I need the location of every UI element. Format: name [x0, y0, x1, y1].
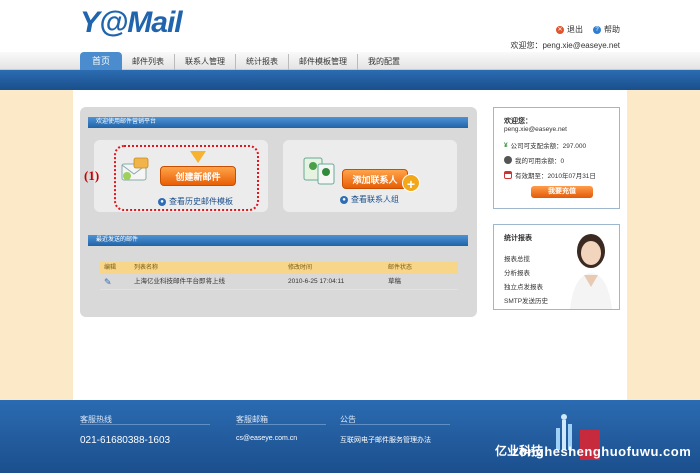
click-report-link[interactable]: 独立点发报表	[504, 281, 543, 291]
footer-divider	[236, 424, 326, 425]
mail-time-cell: 2010-6-25 17:04:11	[288, 278, 345, 285]
table-row: ✎ 上海亿业科技邮件平台即将上线 2010-6-25 17:04:11 草稿	[100, 274, 458, 290]
col-edit-header: 编辑	[104, 265, 117, 271]
help-icon: ?	[593, 25, 601, 34]
plus-icon: +	[402, 174, 420, 192]
nav-home[interactable]: 首页	[80, 52, 123, 70]
calendar-icon	[504, 171, 512, 179]
recent-mail-table: 编辑 列表名称 修改时间 邮件状态 ✎ 上海亿业科技邮件平台即将上线 2010-…	[100, 262, 458, 290]
view-icon: ●	[340, 195, 348, 204]
nav-mail-list[interactable]: 邮件列表	[122, 54, 176, 70]
hotline-number: 021-61680388-1603	[80, 435, 171, 446]
watermark-text: zongheshenghuofuwu.com	[512, 444, 692, 459]
logout-icon: ✕	[556, 25, 564, 34]
col-status-header: 邮件状态	[388, 265, 413, 271]
smtp-history-link[interactable]: SMTP发送历史	[504, 295, 548, 305]
edit-icon[interactable]: ✎	[100, 274, 126, 289]
view-contact-groups-link[interactable]: ● 查看联系人组	[340, 194, 399, 205]
table-header: 编辑 列表名称 修改时间 邮件状态	[100, 262, 458, 274]
nav-blue-band	[0, 70, 700, 90]
recent-mail-section-title: 最近发送的邮件	[88, 235, 468, 246]
support-email[interactable]: cs@easeye.com.cn	[236, 435, 297, 442]
email-block: 客服邮箱 cs@easeye.com.cn	[236, 414, 297, 442]
help-label: 帮助	[604, 25, 620, 34]
logout-label: 退出	[567, 25, 583, 34]
my-balance: 我的可用余额：0	[504, 155, 564, 165]
app-logo: Y@Mail	[80, 6, 183, 39]
report-overview-link[interactable]: 报表总揽	[504, 253, 530, 263]
footer-divider	[340, 424, 450, 425]
col-time-header: 修改时间	[288, 265, 313, 271]
view-contact-groups-label: 查看联系人组	[351, 195, 399, 204]
notice-link[interactable]: 互联网电子邮件服务管理办法	[340, 435, 431, 445]
stats-title: 统计报表	[504, 235, 532, 242]
expire-date: 有效期至：2010年07月31日	[504, 170, 596, 180]
account-welcome: 欢迎您：	[504, 118, 532, 125]
add-contact-button[interactable]: 添加联系人	[342, 169, 408, 189]
company-balance: ¥ 公司可支配余额：297.000	[504, 140, 587, 151]
navbar: 首页 邮件列表 联系人管理 统计报表 邮件模板管理 我的配置	[0, 52, 700, 70]
company-balance-text: 公司可支配余额：297.000	[510, 143, 587, 150]
help-link[interactable]: ? 帮助	[593, 24, 620, 35]
nav-contacts[interactable]: 联系人管理	[175, 54, 237, 70]
account-email: peng.xie@easeye.net	[504, 126, 567, 133]
footer-divider	[80, 424, 210, 425]
recharge-button[interactable]: 我要充值	[531, 186, 593, 198]
contacts-icon	[303, 157, 335, 185]
hotline-block: 客服热线 021-61680388-1603	[80, 414, 170, 446]
money-icon: ¥	[504, 141, 508, 149]
top-links: ✕ 退出 ? 帮助	[556, 24, 620, 35]
view-history-templates-link[interactable]: ● 查看历史邮件模板	[158, 196, 233, 207]
col-name-header: 列表名称	[134, 265, 159, 271]
expire-date-text: 有效期至：2010年07月31日	[515, 173, 596, 180]
view-history-templates-label: 查看历史邮件模板	[169, 197, 233, 206]
logout-link[interactable]: ✕ 退出	[556, 24, 583, 35]
welcome-user-text: 欢迎您：peng.xie@easeye.net	[510, 41, 620, 50]
account-panel: 欢迎您： peng.xie@easeye.net ¥ 公司可支配余额：297.0…	[493, 107, 620, 209]
analysis-report-link[interactable]: 分析报表	[504, 267, 530, 277]
user-icon	[504, 156, 512, 164]
welcome-section-title: 欢迎使用邮件营销平台	[88, 117, 468, 128]
nav-settings[interactable]: 我的配置	[358, 54, 410, 70]
step-marker: (1)	[84, 168, 100, 183]
mail-name-cell[interactable]: 上海亿业科技邮件平台即将上线	[126, 274, 288, 289]
main-nav: 首页 邮件列表 联系人管理 统计报表 邮件模板管理 我的配置	[80, 52, 410, 70]
my-balance-text: 我的可用余额：0	[515, 158, 565, 165]
mail-status-cell: 草稿	[388, 278, 401, 285]
header: Y@Mail ✕ 退出 ? 帮助 欢迎您：peng.xie@easeye.net	[0, 0, 700, 52]
stats-panel: 统计报表 报表总揽 分析报表 独立点发报表 SMTP发送历史	[493, 224, 620, 310]
notice-block: 公告 互联网电子邮件服务管理办法	[340, 414, 431, 445]
view-icon: ●	[158, 197, 166, 206]
nav-reports[interactable]: 统计报表	[236, 54, 290, 70]
nav-templates[interactable]: 邮件模板管理	[289, 54, 359, 70]
support-agent-image	[570, 234, 612, 309]
